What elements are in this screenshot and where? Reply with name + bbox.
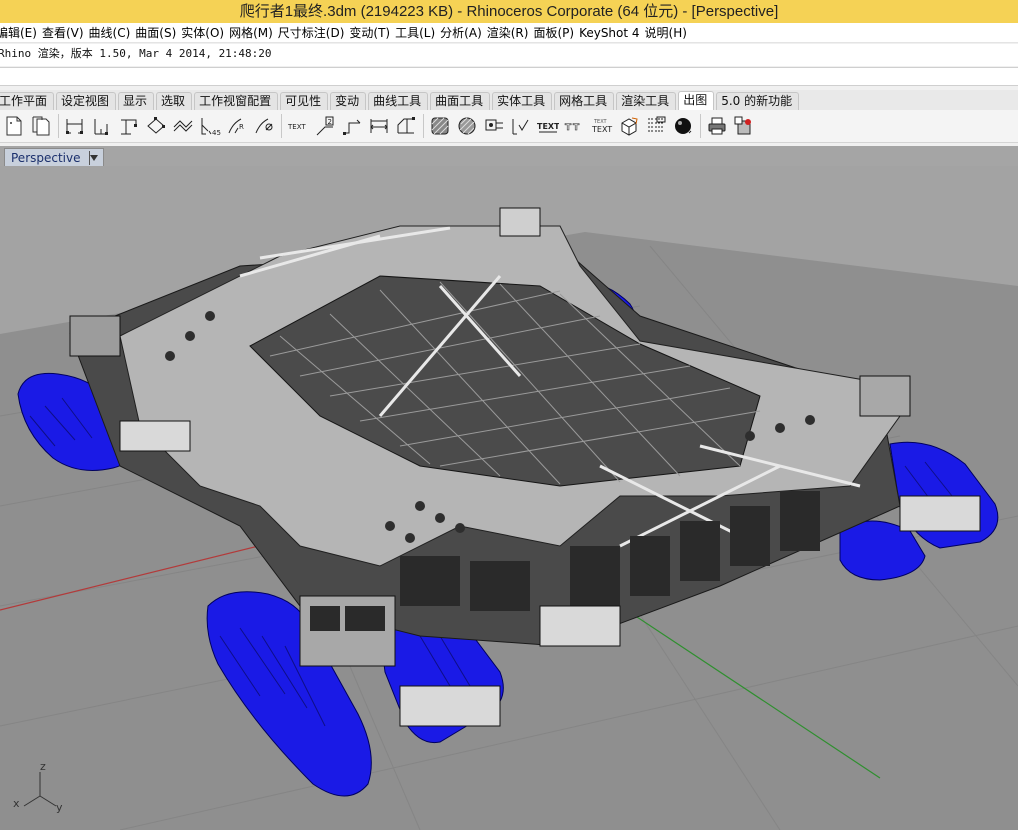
menu-transform[interactable]: 变动(T) — [349, 23, 397, 42]
tab-drafting[interactable]: 出图 — [678, 91, 715, 110]
menu-panels[interactable]: 面板(P) — [533, 23, 581, 42]
dimension-edit-icon[interactable] — [340, 114, 364, 138]
menu-view[interactable]: 查看(V) — [42, 23, 91, 42]
clipping-icon[interactable] — [482, 114, 506, 138]
viewport-tab-label: Perspective — [11, 150, 81, 165]
viewport-menu-dropdown-icon[interactable] — [88, 150, 99, 165]
tab-viewport-layout[interactable]: 工作视窗配置 — [194, 92, 279, 110]
svg-text:TEXT: TEXT — [537, 122, 559, 131]
print-icon[interactable] — [705, 114, 729, 138]
arc-length-dimension-icon[interactable]: R — [225, 114, 249, 138]
tab-curve-tools[interactable]: 曲线工具 — [368, 92, 429, 110]
toolbar-separator — [700, 114, 701, 138]
tab-mesh-tools[interactable]: 网格工具 — [554, 92, 615, 110]
text-block-icon[interactable]: TEXT TEXT — [590, 114, 614, 138]
tab-render-tools[interactable]: 渲染工具 — [616, 92, 677, 110]
detail-view-icon[interactable] — [644, 114, 668, 138]
toolbar-separator — [423, 114, 424, 138]
svg-text:T: T — [573, 123, 580, 133]
sphere-material-icon[interactable] — [671, 114, 695, 138]
menu-analyze[interactable]: 分析(A) — [440, 23, 489, 42]
command-history-text: Rhino 渲染，版本 1.50, Mar 4 2014, 21:48:20 — [0, 47, 272, 60]
toolbar-separator — [58, 114, 59, 138]
tab-cplanes[interactable]: 工作平面 — [0, 92, 55, 110]
title-bar: 爬行者1最终.3dm (2194223 KB) - Rhinoceros Cor… — [0, 0, 1018, 23]
menu-curve[interactable]: 曲线(C) — [89, 23, 138, 42]
menu-dimension[interactable]: 尺寸标注(D) — [278, 23, 352, 42]
axis-label-y: y — [56, 801, 63, 814]
tab-new-in-v5[interactable]: 5.0 的新功能 — [716, 92, 800, 110]
tab-display[interactable]: 显示 — [118, 92, 155, 110]
leader-icon[interactable]: 2 — [313, 114, 337, 138]
make-2d-icon[interactable] — [617, 114, 641, 138]
command-history: Rhino 渲染，版本 1.50, Mar 4 2014, 21:48:20 — [0, 44, 1018, 66]
viewport-title-bar: Perspective — [0, 146, 1018, 166]
diameter-dimension-icon[interactable] — [252, 114, 276, 138]
linear-dimension-icon[interactable] — [63, 114, 87, 138]
svg-text:R: R — [239, 123, 244, 131]
dimension-style-icon[interactable] — [394, 114, 418, 138]
command-prompt-input[interactable] — [0, 67, 1018, 86]
tab-visibility[interactable]: 可见性 — [280, 92, 329, 110]
svg-text:T: T — [565, 123, 572, 133]
tab-select[interactable]: 选取 — [156, 92, 193, 110]
perspective-viewport[interactable]: z x y — [0, 166, 1018, 830]
menu-keyshot[interactable]: KeyShot 4 — [579, 23, 646, 42]
menu-mesh[interactable]: 网格(M) — [229, 23, 280, 42]
copy-layout-icon[interactable] — [29, 114, 53, 138]
text-object-icon[interactable]: TEXT — [536, 114, 560, 138]
toolbar-separator — [281, 114, 282, 138]
aligned-dimension-icon[interactable] — [90, 114, 114, 138]
text-engrave-icon[interactable]: TT — [563, 114, 587, 138]
svg-text:TEXT: TEXT — [591, 125, 612, 134]
menu-surface[interactable]: 曲面(S) — [135, 23, 183, 42]
new-layout-icon[interactable] — [2, 114, 26, 138]
hatch-boundary-icon[interactable] — [455, 114, 479, 138]
menu-bar: 编辑(E) 查看(V) 曲线(C) 曲面(S) 实体(O) 网格(M) 尺寸标注… — [0, 23, 1018, 43]
axis-label-x: x — [13, 797, 20, 810]
menu-tools[interactable]: 工具(L) — [395, 23, 442, 42]
menu-render[interactable]: 渲染(R) — [487, 23, 536, 42]
tab-solid-tools[interactable]: 实体工具 — [492, 92, 553, 110]
tab-surface-tools[interactable]: 曲面工具 — [430, 92, 491, 110]
window-title: 爬行者1最终.3dm (2194223 KB) - Rhinoceros Cor… — [239, 3, 779, 20]
svg-text:2: 2 — [328, 118, 332, 126]
checkmark-icon[interactable] — [509, 114, 533, 138]
radius-dimension-icon[interactable] — [171, 114, 195, 138]
angle-dimension-icon[interactable] — [144, 114, 168, 138]
arrow-dimension-icon[interactable] — [367, 114, 391, 138]
tab-set-view[interactable]: 设定视图 — [56, 92, 117, 110]
menu-solid[interactable]: 实体(O) — [181, 23, 231, 42]
toolbar-tabs: 工作平面 设定视图 显示 选取 工作视窗配置 可见性 变动 曲线工具 曲面工具 … — [0, 90, 1018, 110]
svg-text:45: 45 — [212, 129, 221, 137]
axis-label-z: z — [40, 760, 46, 773]
menu-help[interactable]: 说明(H) — [645, 23, 694, 42]
drafting-toolbar: 45 R TEXT 2 TEXT TT TEXT TEXT — [0, 110, 1018, 143]
text-icon[interactable]: TEXT — [286, 114, 310, 138]
model-render: z x y — [0, 207, 1018, 830]
viewport-tab-perspective[interactable]: Perspective — [4, 148, 104, 166]
layout-properties-icon[interactable] — [732, 114, 756, 138]
tab-transform[interactable]: 变动 — [330, 92, 367, 110]
rotated-dimension-icon[interactable] — [117, 114, 141, 138]
hatch-icon[interactable] — [428, 114, 452, 138]
ordinate-dimension-icon[interactable]: 45 — [198, 114, 222, 138]
menu-edit[interactable]: 编辑(E) — [0, 23, 44, 42]
svg-text:TEXT: TEXT — [287, 123, 306, 131]
